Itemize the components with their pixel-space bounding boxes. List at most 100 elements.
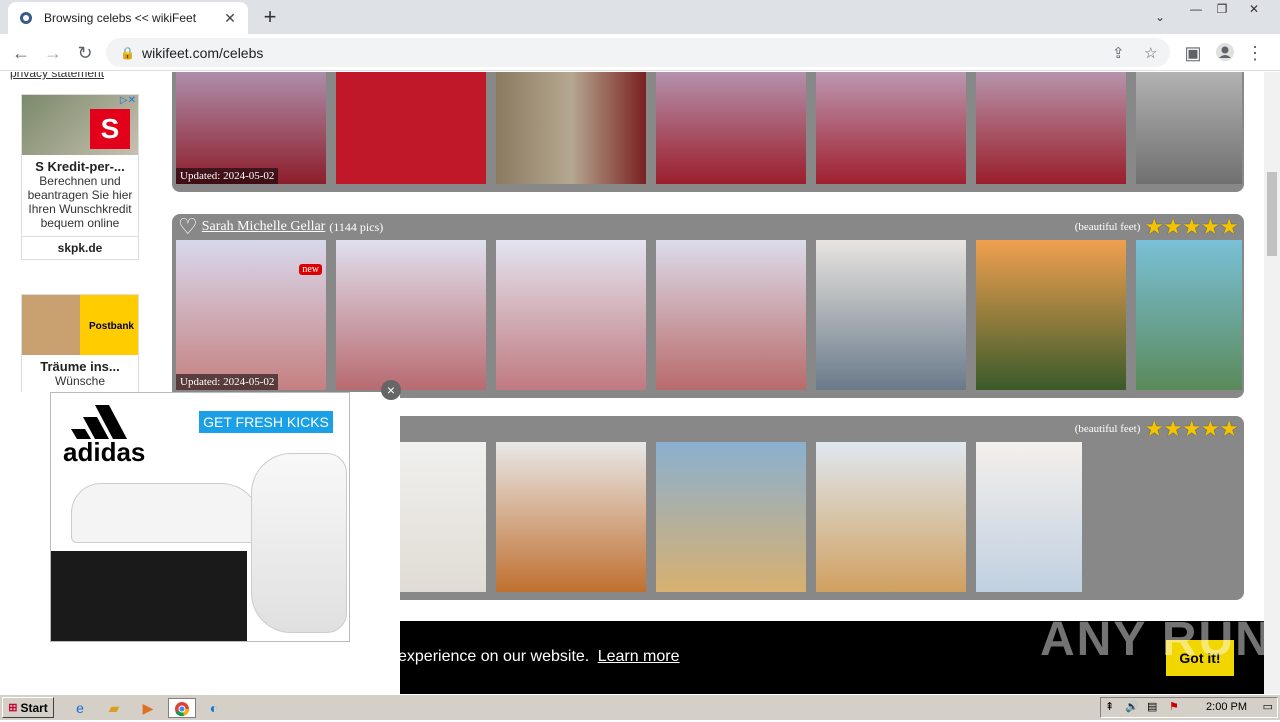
- sparkasse-logo-icon: S: [90, 109, 130, 149]
- side-panel-icon[interactable]: ▣: [1182, 42, 1204, 64]
- start-button[interactable]: ⊞ Start: [2, 697, 54, 718]
- address-bar[interactable]: 🔒 wikifeet.com/celebs ⇪ ☆: [106, 38, 1170, 67]
- close-window-button[interactable]: ✕: [1244, 2, 1264, 18]
- rating-stars-icon: ★★★★★: [1144, 416, 1239, 441]
- start-label: Start: [20, 700, 48, 715]
- page-scrollbar[interactable]: [1264, 72, 1280, 694]
- ad-close-icon[interactable]: ×: [381, 380, 401, 400]
- thumb-image[interactable]: [976, 72, 1126, 184]
- profile-avatar-icon[interactable]: [1214, 42, 1236, 64]
- system-tray: ⇞ 🔊 ▤ ⚑ 2:00 PM ▭: [1100, 697, 1278, 718]
- thumb-image[interactable]: [496, 72, 646, 184]
- rating-stars-icon: ★★★★★: [1144, 214, 1239, 239]
- thumb-image[interactable]: [496, 442, 646, 592]
- thumb-image[interactable]: [976, 240, 1126, 390]
- celeb-row: new Updated: 2024-05-02: [172, 72, 1244, 192]
- ie-icon[interactable]: e: [70, 698, 90, 718]
- ad-image: S ▷✕: [22, 95, 138, 155]
- menu-kebab-icon[interactable]: ⋮: [1244, 42, 1266, 64]
- adidas-stripes-icon: [71, 405, 127, 439]
- cookie-message: experience on our website. Learn more: [398, 648, 680, 666]
- adchoices-icon[interactable]: ▷✕: [120, 95, 136, 106]
- folder-icon[interactable]: ▰: [104, 698, 124, 718]
- share-icon[interactable]: ⇪: [1112, 44, 1125, 62]
- network-icon[interactable]: ▤: [1147, 700, 1157, 713]
- windows-taskbar: ⊞ Start e ▰ ▶ ◐ ⇞ 🔊 ▤ ⚑ 2:00 PM ▭: [0, 694, 1280, 720]
- thumb-image[interactable]: [336, 240, 486, 390]
- ad-image: Postbank: [22, 295, 138, 355]
- ad-headline: S Kredit-per-...: [35, 159, 125, 174]
- scrollbar-thumb[interactable]: [1267, 172, 1277, 256]
- reload-icon[interactable]: ↻: [74, 42, 96, 64]
- rating-label: (beautiful feet): [1074, 221, 1141, 233]
- clock: 2:00 PM: [1206, 701, 1247, 713]
- thumb-image[interactable]: new Updated: 2024-05-02: [176, 240, 326, 390]
- wikifeet-favicon-icon: [18, 10, 34, 26]
- volume-icon[interactable]: 🔊: [1125, 700, 1139, 713]
- favorite-heart-icon[interactable]: ♡: [178, 214, 198, 240]
- bookmark-star-icon[interactable]: ☆: [1144, 44, 1157, 62]
- ad-description: Berechnen und beantragen Sie hier Ihren …: [27, 174, 133, 230]
- maximize-button[interactable]: ❐: [1212, 2, 1232, 18]
- adidas-ad-banner[interactable]: adidas GET FRESH KICKS: [50, 392, 350, 642]
- thumb-image[interactable]: [656, 72, 806, 184]
- thumb-image[interactable]: [336, 72, 486, 184]
- ad-headline: Träume ins...: [40, 359, 120, 374]
- postbank-logo: Postbank: [88, 321, 134, 332]
- ad-card-skpk[interactable]: S ▷✕ S Kredit-per-... Berechnen und bean…: [21, 94, 139, 260]
- learn-more-link[interactable]: Learn more: [598, 648, 680, 665]
- url-text: wikifeet.com/celebs: [142, 44, 264, 61]
- thumb-image[interactable]: [816, 442, 966, 592]
- tab-title: Browsing celebs << wikiFeet: [44, 11, 197, 25]
- lock-icon: 🔒: [120, 45, 135, 60]
- ad-domain: skpk.de: [22, 236, 138, 259]
- page-content: privacy statement S ▷✕ S Kredit-per-... …: [0, 72, 1280, 694]
- browser-toolbar: ← → ↻ 🔒 wikifeet.com/celebs ⇪ ☆ ▣ ⋮: [0, 34, 1280, 71]
- adidas-logo: adidas: [63, 437, 146, 467]
- media-player-icon[interactable]: ▶: [138, 698, 158, 718]
- thumb-strip: new Updated: 2024-05-02: [176, 240, 1242, 390]
- sneaker-image: [251, 453, 347, 633]
- cookie-text: experience on our website.: [398, 648, 590, 665]
- thumb-strip: new Updated: 2024-05-02: [176, 72, 1242, 184]
- tab-active[interactable]: Browsing celebs << wikiFeet ✕: [8, 2, 248, 34]
- rating-label: (beautiful feet): [1074, 423, 1141, 435]
- tab-search-chevron-icon[interactable]: ⌄: [1150, 10, 1170, 26]
- new-badge: new: [299, 264, 322, 275]
- thumb-image[interactable]: [1136, 72, 1242, 184]
- edge-icon[interactable]: ◐: [204, 698, 224, 718]
- ad-description: Wünsche: [54, 374, 106, 388]
- updated-label: Updated: 2024-05-02: [176, 168, 279, 184]
- celeb-row: ♡ Sarah Michelle Gellar (1144 pics) (bea…: [172, 214, 1244, 398]
- adidas-ad-popup: × adidas GET FRESH KICKS: [0, 380, 401, 694]
- pic-count: (1144 pics): [329, 219, 384, 234]
- anyrun-watermark: ANY RUN: [1040, 613, 1272, 666]
- chrome-icon[interactable]: [168, 698, 196, 718]
- row-header: ♡ Sarah Michelle Gellar (1144 pics) (bea…: [178, 214, 1239, 240]
- thumb-image[interactable]: [656, 240, 806, 390]
- thumb-image[interactable]: [656, 442, 806, 592]
- privacy-link[interactable]: privacy statement: [10, 72, 104, 80]
- thumb-image[interactable]: [1136, 240, 1242, 390]
- shoebox-image: [51, 551, 247, 641]
- tab-close-icon[interactable]: ✕: [222, 10, 238, 27]
- show-desktop-icon[interactable]: ▭: [1263, 700, 1273, 713]
- tray-arrow-icon[interactable]: ⇞: [1105, 700, 1114, 713]
- minimize-button[interactable]: —: [1186, 2, 1206, 18]
- windows-logo-icon: ⊞: [8, 702, 18, 714]
- sneaker-image: [71, 483, 261, 543]
- new-tab-button[interactable]: +: [258, 6, 282, 30]
- thumb-image[interactable]: [496, 240, 646, 390]
- back-arrow-icon[interactable]: ←: [10, 42, 32, 64]
- thumb-image[interactable]: new Updated: 2024-05-02: [176, 72, 326, 184]
- get-fresh-kicks-button[interactable]: GET FRESH KICKS: [199, 411, 333, 433]
- forward-arrow-icon[interactable]: →: [42, 42, 64, 64]
- thumb-image[interactable]: [816, 240, 966, 390]
- updated-label: Updated: 2024-05-02: [176, 374, 279, 390]
- flag-icon[interactable]: ⚑: [1169, 700, 1179, 713]
- tab-strip: Browsing celebs << wikiFeet ✕ + ⌄ — ❐ ✕: [0, 0, 1280, 34]
- celeb-name-link[interactable]: Sarah Michelle Gellar: [202, 219, 326, 235]
- thumb-image[interactable]: [816, 72, 966, 184]
- thumb-image[interactable]: [976, 442, 1082, 592]
- ad-card-postbank[interactable]: Postbank Träume ins... Wünsche: [21, 294, 139, 394]
